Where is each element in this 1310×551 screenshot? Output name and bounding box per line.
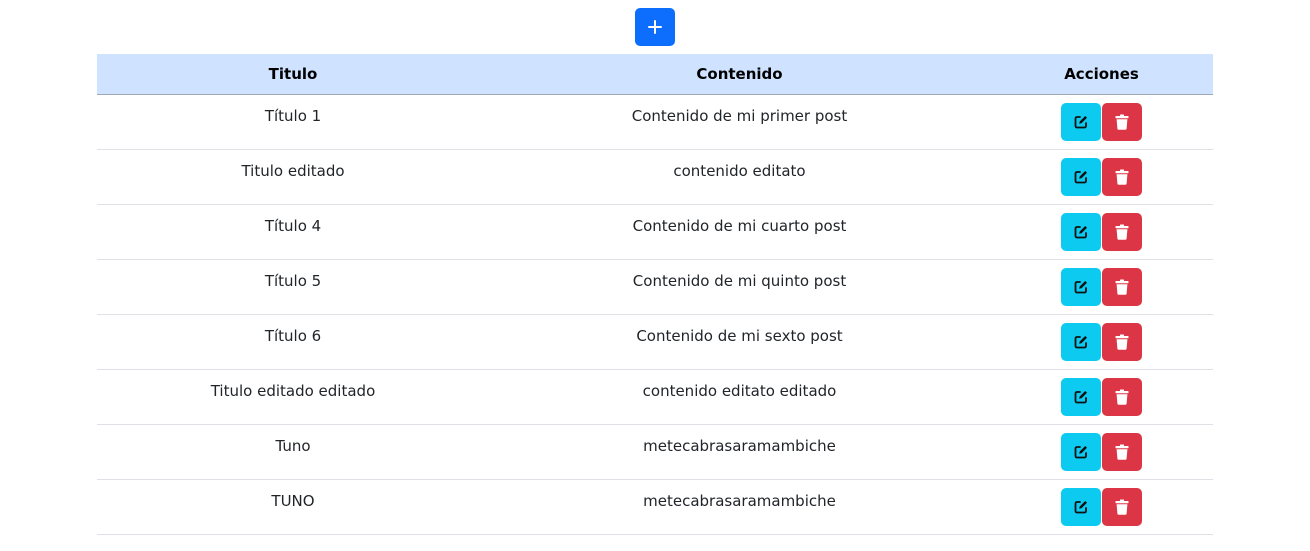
cell-titulo: Titulo editado <box>241 161 345 180</box>
cell-acciones <box>990 94 1213 149</box>
add-post-button[interactable] <box>635 8 675 46</box>
trash-icon <box>1115 444 1129 460</box>
edit-icon <box>1074 280 1087 293</box>
edit-icon <box>1074 390 1087 403</box>
row-actions <box>1061 157 1142 196</box>
row-actions <box>1061 377 1142 416</box>
cell-contenido: Contenido de mi sexto post <box>636 326 843 345</box>
header-contenido: Contenido <box>696 64 783 83</box>
cell-acciones <box>990 259 1213 314</box>
cell-titulo: Titulo editado editado <box>210 381 376 400</box>
cell-contenido: metecabrasaramambiche <box>643 436 836 455</box>
edit-button[interactable] <box>1061 487 1101 526</box>
delete-button[interactable] <box>1102 322 1142 361</box>
trash-icon <box>1115 114 1129 130</box>
row-actions <box>1061 432 1142 471</box>
cell-titulo: Tuno <box>275 436 311 455</box>
delete-button[interactable] <box>1102 377 1142 416</box>
table-row: Título 4 Contenido de mi cuarto post <box>97 204 1213 259</box>
cell-titulo: Título 5 <box>264 271 322 290</box>
add-post-container <box>635 8 675 46</box>
cell-acciones <box>990 369 1213 424</box>
table-header: Titulo Contenido Acciones <box>97 54 1213 94</box>
cell-contenido: Contenido de mi cuarto post <box>632 216 847 235</box>
cell-acciones <box>990 479 1213 534</box>
edit-button[interactable] <box>1061 212 1101 251</box>
cell-acciones <box>990 204 1213 259</box>
trash-icon <box>1115 499 1129 515</box>
row-actions <box>1061 487 1142 526</box>
cell-contenido: metecabrasaramambiche <box>643 491 836 510</box>
row-actions <box>1061 212 1142 251</box>
header-row: Titulo Contenido Acciones <box>97 54 1213 94</box>
row-actions <box>1061 267 1142 306</box>
trash-icon <box>1115 334 1129 350</box>
edit-button[interactable] <box>1061 267 1101 306</box>
table-row: Título 5 Contenido de mi quinto post <box>97 259 1213 314</box>
cell-titulo: Título 6 <box>264 326 322 345</box>
header-titulo: Titulo <box>268 64 318 83</box>
row-actions <box>1061 322 1142 361</box>
cell-titulo: Título 4 <box>264 216 322 235</box>
edit-button[interactable] <box>1061 322 1101 361</box>
edit-icon <box>1074 170 1087 183</box>
table-row: Titulo editado editado contenido editato… <box>97 369 1213 424</box>
delete-button[interactable] <box>1102 487 1142 526</box>
delete-button[interactable] <box>1102 267 1142 306</box>
edit-icon <box>1074 225 1087 238</box>
edit-button[interactable] <box>1061 377 1101 416</box>
delete-button[interactable] <box>1102 157 1142 196</box>
cell-contenido: contenido editato editado <box>642 381 837 400</box>
posts-table: Titulo Contenido Acciones Título 1 Conte… <box>97 54 1213 535</box>
edit-button[interactable] <box>1061 102 1101 141</box>
cell-contenido: Contenido de mi quinto post <box>632 271 847 290</box>
row-actions <box>1061 102 1142 141</box>
delete-button[interactable] <box>1102 432 1142 471</box>
edit-button[interactable] <box>1061 432 1101 471</box>
plus-icon <box>648 20 662 34</box>
cell-titulo: TUNO <box>271 491 315 510</box>
cell-contenido: contenido editato <box>673 161 806 180</box>
edit-icon <box>1074 335 1087 348</box>
header-acciones: Acciones <box>1064 64 1139 83</box>
table-row: Tuno metecabrasaramambiche <box>97 424 1213 479</box>
trash-icon <box>1115 389 1129 405</box>
edit-button[interactable] <box>1061 157 1101 196</box>
table-row: Título 6 Contenido de mi sexto post <box>97 314 1213 369</box>
cell-contenido: Contenido de mi primer post <box>631 106 848 125</box>
table-row: Titulo editado contenido editato <box>97 149 1213 204</box>
edit-icon <box>1074 500 1087 513</box>
edit-icon <box>1074 445 1087 458</box>
cell-titulo: Título 1 <box>264 106 322 125</box>
delete-button[interactable] <box>1102 102 1142 141</box>
trash-icon <box>1115 169 1129 185</box>
cell-acciones <box>990 314 1213 369</box>
table-body: Título 1 Contenido de mi primer post Tit… <box>97 94 1213 534</box>
table-row: Título 1 Contenido de mi primer post <box>97 94 1213 149</box>
trash-icon <box>1115 279 1129 295</box>
cell-acciones <box>990 149 1213 204</box>
edit-icon <box>1074 115 1087 128</box>
delete-button[interactable] <box>1102 212 1142 251</box>
cell-acciones <box>990 424 1213 479</box>
trash-icon <box>1115 224 1129 240</box>
table-row: TUNO metecabrasaramambiche <box>97 479 1213 534</box>
